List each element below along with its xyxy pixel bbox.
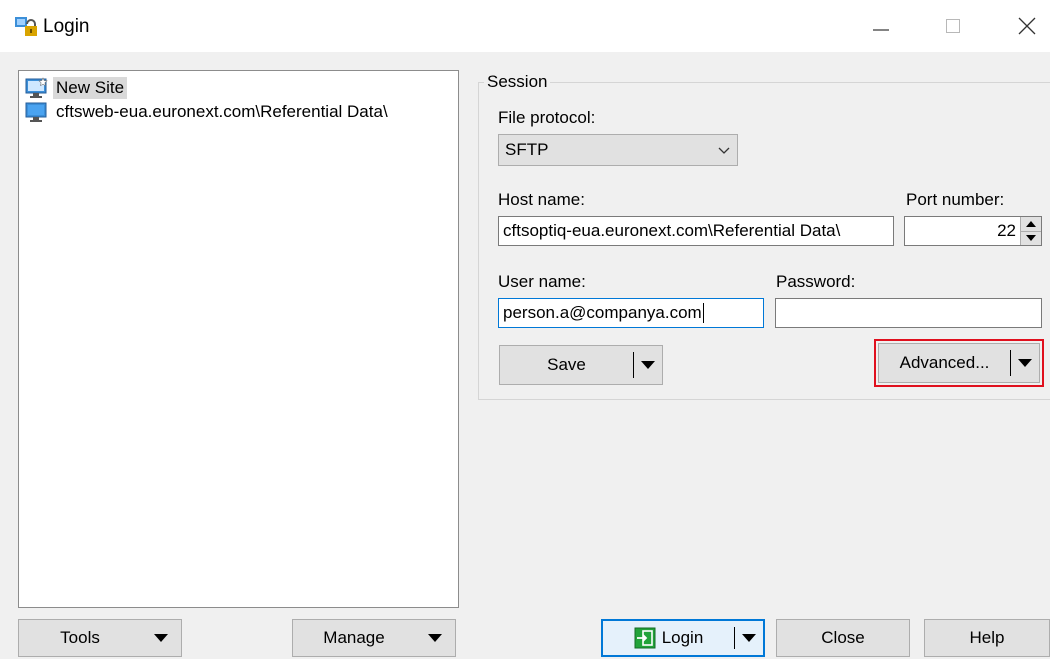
close-icon	[1018, 17, 1036, 35]
minimize-button[interactable]	[858, 8, 904, 44]
user-name-label: User name:	[498, 272, 586, 291]
site-tree-item-label: cftsweb-eua.euronext.com\Referential Dat…	[56, 102, 388, 121]
user-name-value: person.a@companya.com	[503, 303, 702, 322]
file-protocol-label: File protocol:	[498, 108, 596, 127]
host-name-value: cftsoptiq-eua.euronext.com\Referential D…	[503, 221, 841, 240]
tools-split-button[interactable]: Tools	[18, 619, 182, 657]
manage-button[interactable]: Manage	[293, 620, 415, 656]
maximize-button[interactable]	[930, 8, 976, 44]
monitor-icon	[25, 102, 47, 122]
save-button[interactable]: Save	[500, 346, 633, 384]
site-tree-item-new-site[interactable]: New Site	[25, 76, 128, 100]
maximize-icon	[946, 19, 960, 33]
text-caret	[702, 303, 704, 323]
login-button-label: Login	[661, 628, 704, 647]
login-button[interactable]: Login	[603, 621, 734, 655]
spin-up-icon[interactable]	[1021, 217, 1041, 232]
login-icon	[634, 627, 656, 649]
chevron-down-icon	[718, 147, 730, 154]
window-title: Login	[43, 16, 90, 37]
close-window-button[interactable]	[1004, 8, 1050, 44]
user-name-input[interactable]: person.a@companya.com	[498, 298, 764, 328]
file-protocol-value: SFTP	[505, 140, 549, 159]
password-label: Password:	[776, 272, 856, 291]
login-split-button[interactable]: Login	[601, 619, 765, 657]
app-lock-icon	[14, 14, 38, 38]
site-tree-item-label: New Site	[53, 77, 128, 99]
save-dropdown-button[interactable]	[634, 346, 662, 384]
tools-dropdown-button[interactable]	[141, 620, 181, 656]
manage-split-button[interactable]: Manage	[292, 619, 456, 657]
close-button[interactable]: Close	[776, 619, 910, 657]
save-split-button[interactable]: Save	[499, 345, 663, 385]
login-dropdown-button[interactable]	[735, 621, 763, 655]
dropdown-arrow-icon	[154, 634, 168, 642]
host-name-input[interactable]: cftsoptiq-eua.euronext.com\Referential D…	[498, 216, 894, 246]
tools-button[interactable]: Tools	[19, 620, 141, 656]
site-tree[interactable]: New Site cftsweb-eua.euronext.com\Refere…	[18, 70, 459, 608]
dropdown-arrow-icon	[428, 634, 442, 642]
host-name-label: Host name:	[498, 190, 585, 209]
advanced-highlight-box	[874, 339, 1044, 387]
manage-dropdown-button[interactable]	[415, 620, 455, 656]
port-number-stepper[interactable]: 22	[904, 216, 1042, 246]
new-site-monitor-icon	[25, 77, 48, 98]
password-input[interactable]	[775, 298, 1042, 328]
port-number-label: Port number:	[906, 190, 1005, 209]
help-button[interactable]: Help	[924, 619, 1050, 657]
port-number-value: 22	[997, 221, 1016, 240]
site-tree-item-saved-site[interactable]: cftsweb-eua.euronext.com\Referential Dat…	[25, 100, 391, 124]
dropdown-arrow-icon	[742, 634, 756, 642]
session-group-label: Session	[484, 72, 551, 92]
dropdown-arrow-icon	[641, 361, 655, 369]
file-protocol-select[interactable]: SFTP	[498, 134, 738, 166]
spin-down-icon[interactable]	[1021, 231, 1041, 245]
minimize-icon	[873, 29, 889, 31]
